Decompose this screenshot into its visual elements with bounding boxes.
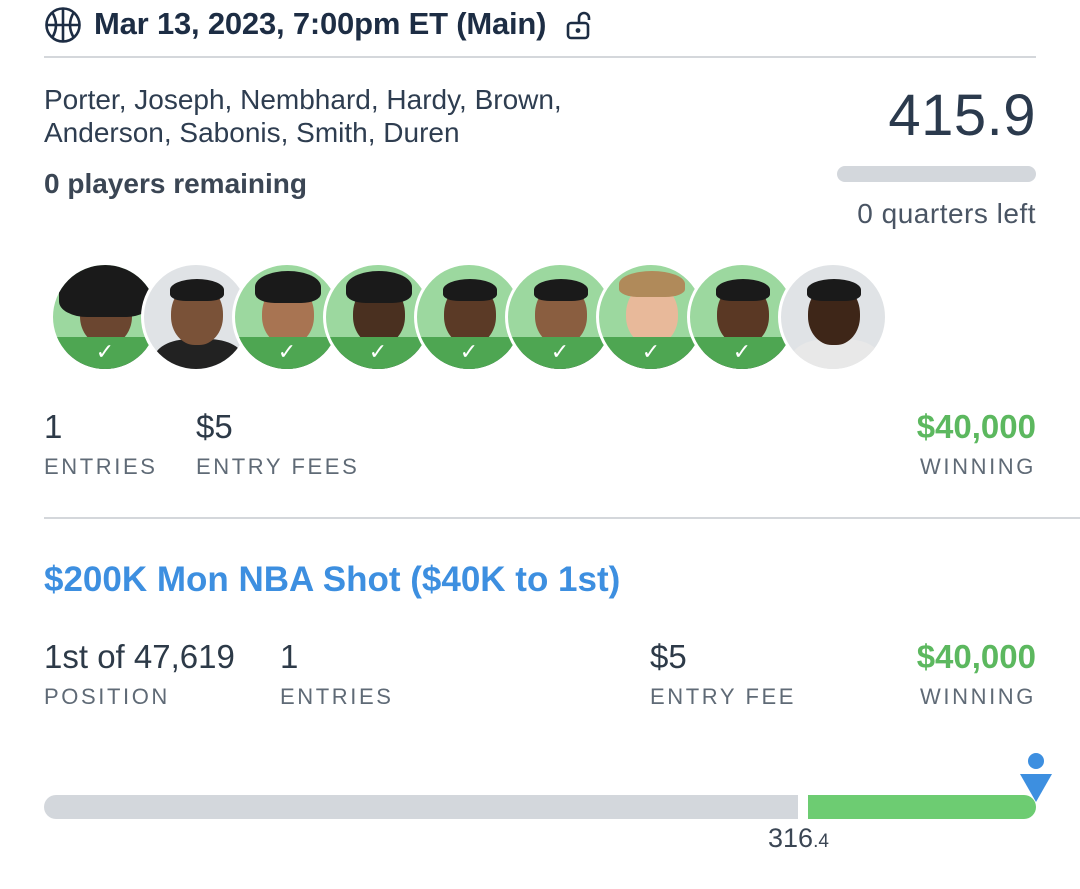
player-hair: [619, 271, 685, 297]
player-hair: [807, 279, 861, 301]
summary-winning: $40,000 WINNING: [917, 408, 1036, 480]
player-hair: [534, 279, 588, 301]
slate-header: Mar 13, 2023, 7:00pm ET (Main): [44, 0, 1036, 58]
cash-line-value: 316.4: [768, 823, 829, 854]
slate-title: Mar 13, 2023, 7:00pm ET (Main): [94, 6, 547, 41]
cash-line-decimal: .4: [813, 831, 829, 852]
summary-entries-label: ENTRIES: [44, 454, 158, 479]
contest-fee-value: $5: [650, 638, 687, 675]
summary-fees-value: $5: [196, 408, 233, 445]
checkmark-icon: ✓: [641, 339, 661, 364]
contest-entries-label: ENTRIES: [280, 684, 394, 709]
basketball-icon: [45, 7, 81, 43]
section-divider: [44, 517, 1080, 519]
summary-entries: 1 ENTRIES: [44, 408, 158, 480]
position-marker-icon: [1020, 753, 1052, 802]
score-progress-bar: [837, 166, 1036, 182]
contest-position-label: POSITION: [44, 684, 170, 709]
checkmark-icon: ✓: [95, 339, 115, 364]
lineup-players-line1: Porter, Joseph, Nembhard, Hardy, Brown,: [44, 84, 562, 115]
summary-fees-label: ENTRY FEES: [196, 454, 360, 479]
player-hair: [59, 265, 153, 317]
summary-winning-label: WINNING: [920, 454, 1036, 479]
player-hair: [255, 271, 321, 303]
cash-line-main: 316: [768, 823, 814, 853]
payout-progress-track: [44, 795, 798, 819]
unlocked-icon[interactable]: [564, 11, 594, 41]
contest-position: 1st of 47,619 POSITION: [44, 638, 235, 710]
lineup-players-line2: Anderson, Sabonis, Smith, Duren: [44, 117, 460, 148]
contest-entries: 1 ENTRIES: [280, 638, 394, 710]
checkmark-icon: ✓: [550, 339, 570, 364]
lineup-players: Porter, Joseph, Nembhard, Hardy, Brown, …: [44, 83, 684, 149]
checkmark-icon: ✓: [368, 339, 388, 364]
checkmark-icon: ✓: [459, 339, 479, 364]
summary-winning-value: $40,000: [916, 408, 1036, 445]
players-remaining: 0 players remaining: [44, 168, 308, 199]
contest-winning: $40,000 WINNING: [917, 638, 1036, 710]
contest-position-value: 1st of 47,619: [44, 638, 235, 675]
quarters-left: 0 quarters left: [857, 198, 1036, 229]
checkmark-icon: ✓: [277, 339, 297, 364]
contest-entry-fee: $5 ENTRY FEE: [650, 638, 796, 710]
checkmark-icon: ✓: [732, 339, 752, 364]
player-avatar[interactable]: [778, 262, 888, 372]
summary-entry-fees: $5 ENTRY FEES: [196, 408, 359, 480]
payout-progress-fill: [808, 795, 1036, 819]
contest-winning-label: WINNING: [920, 684, 1036, 709]
player-hair: [716, 279, 770, 301]
player-hair: [170, 279, 224, 301]
contest-entries-value: 1: [280, 638, 299, 675]
player-hair: [443, 279, 497, 301]
contest-fee-label: ENTRY FEE: [650, 684, 797, 709]
player-hair: [346, 271, 412, 303]
summary-entries-value: 1: [44, 408, 63, 445]
contest-title-link[interactable]: $200K Mon NBA Shot ($40K to 1st): [44, 560, 620, 600]
contest-winning-value: $40,000: [916, 638, 1036, 675]
lineup-score: 415.9: [888, 83, 1036, 148]
